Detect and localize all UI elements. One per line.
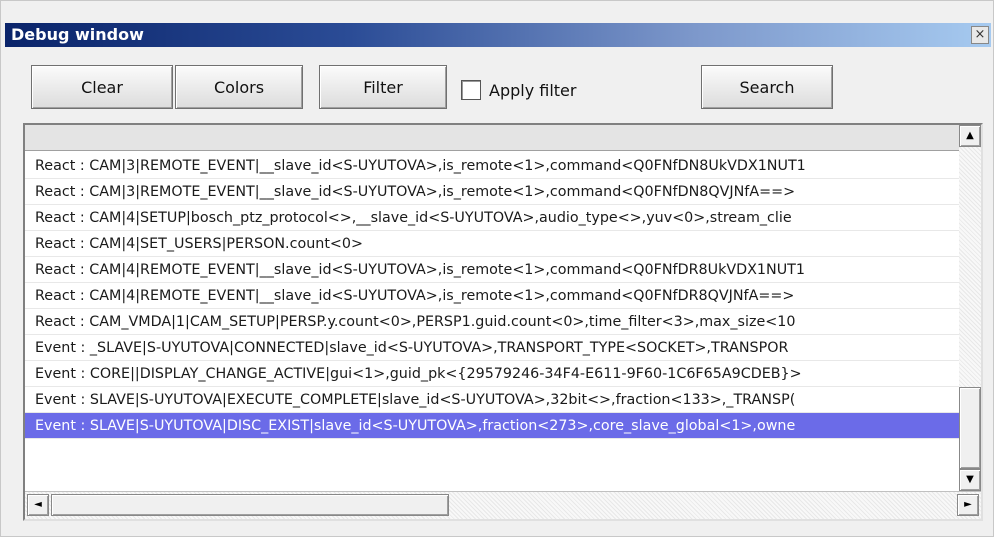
- scroll-up-icon[interactable]: ▲: [959, 125, 981, 147]
- filter-button[interactable]: Filter: [319, 65, 447, 109]
- log-row[interactable]: React : CAM|4|REMOTE_EVENT|__slave_id<S-…: [25, 283, 959, 309]
- log-row[interactable]: React : CAM_VMDA|1|CAM_SETUP|PERSP.y.cou…: [25, 309, 959, 335]
- apply-filter-checkbox[interactable]: [461, 80, 481, 100]
- title-bar: Debug window ×: [5, 23, 991, 47]
- log-row[interactable]: Event : SLAVE|S-UYUTOVA|DISC_EXIST|slave…: [25, 413, 959, 439]
- log-row[interactable]: Event : SLAVE|S-UYUTOVA|EXECUTE_COMPLETE…: [25, 387, 959, 413]
- log-row[interactable]: React : CAM|4|SETUP|bosch_ptz_protocol<>…: [25, 205, 959, 231]
- apply-filter-label: Apply filter: [489, 80, 577, 100]
- search-button[interactable]: Search: [701, 65, 833, 109]
- log-row[interactable]: React : CAM|3|REMOTE_EVENT|__slave_id<S-…: [25, 153, 959, 179]
- scroll-right-icon[interactable]: ►: [957, 494, 979, 516]
- horizontal-scrollbar[interactable]: ◄ ►: [25, 491, 981, 519]
- log-row[interactable]: React : CAM|3|REMOTE_EVENT|__slave_id<S-…: [25, 179, 959, 205]
- close-icon[interactable]: ×: [971, 26, 989, 44]
- list-header: [25, 125, 959, 151]
- log-row[interactable]: React : CAM|4|SET_USERS|PERSON.count<0>: [25, 231, 959, 257]
- log-row[interactable]: React : CAM|4|REMOTE_EVENT|__slave_id<S-…: [25, 257, 959, 283]
- horizontal-scroll-thumb[interactable]: [51, 494, 449, 516]
- scroll-down-icon[interactable]: ▼: [959, 469, 981, 491]
- log-row[interactable]: Event : _SLAVE|S-UYUTOVA|CONNECTED|slave…: [25, 335, 959, 361]
- log-row[interactable]: Event : CORE||DISPLAY_CHANGE_ACTIVE|gui<…: [25, 361, 959, 387]
- apply-filter-toggle[interactable]: Apply filter: [461, 79, 576, 101]
- log-rows: React : CAM|3|REMOTE_EVENT|__slave_id<S-…: [25, 153, 959, 489]
- vertical-scroll-thumb[interactable]: [959, 387, 981, 469]
- vertical-scrollbar[interactable]: ▲ ▼: [959, 125, 981, 491]
- scroll-left-icon[interactable]: ◄: [27, 494, 49, 516]
- log-list: React : CAM|3|REMOTE_EVENT|__slave_id<S-…: [23, 123, 983, 521]
- debug-window: Debug window × Clear Colors Filter Apply…: [0, 0, 994, 537]
- colors-button[interactable]: Colors: [175, 65, 303, 109]
- window-title: Debug window: [11, 25, 144, 44]
- clear-button[interactable]: Clear: [31, 65, 173, 109]
